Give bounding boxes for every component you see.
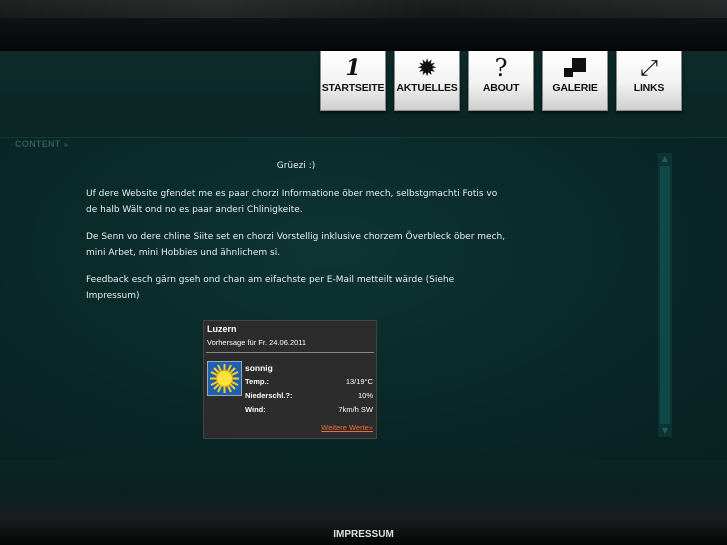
nav-startseite-button[interactable]: 1 STARTSEITE [320, 51, 386, 111]
content-label-text: CONTENT [15, 139, 61, 149]
paragraph-purpose: De Senn vo dere chline Siite set en chor… [86, 232, 506, 258]
weather-row-wind: Wind: 7km/h SW [245, 405, 373, 414]
sun-icon [207, 361, 242, 396]
paragraph-feedback: Feedback esch gärn gseh ond chan am eifa… [86, 275, 455, 301]
weather-precip-value: 10% [357, 391, 373, 400]
weather-row-temp: Temp.: 13/19°C [245, 377, 373, 386]
scroll-down-icon[interactable]: ▼ [658, 425, 672, 437]
nav-galerie-button[interactable]: GALERIE [542, 51, 608, 111]
nav-startseite-label: STARTSEITE [321, 82, 385, 94]
weather-city: Luzern [207, 324, 237, 334]
gallery-squares-icon [543, 55, 607, 81]
weather-more-link[interactable]: Weitere Werte» [321, 423, 373, 432]
weather-temp-value: 13/19°C [345, 377, 373, 386]
weather-precip-label: Niederschl.?: [245, 391, 293, 400]
weather-widget: Luzern Vorhersage für Fr. 24.06.2011 son… [203, 320, 377, 439]
scrollbar-thumb[interactable] [660, 166, 670, 424]
nav-aktuelles-label: AKTUELLES [396, 82, 458, 94]
content-divider [0, 137, 727, 138]
scroll-up-icon[interactable]: ▲ [658, 153, 672, 165]
weather-wind-value: 7km/h SW [338, 405, 373, 414]
nav-about-button[interactable]: ? ABOUT [468, 51, 534, 111]
weather-wind-label: Wind: [245, 405, 266, 414]
weather-forecast-date: Vorhersage für Fr. 24.06.2011 [207, 338, 307, 347]
sun-svg [210, 364, 239, 393]
scrollbar[interactable]: ▲ ▼ [658, 153, 672, 437]
weather-row-precip: Niederschl.?: 10% [245, 391, 373, 400]
weather-condition: sonnig [245, 363, 273, 373]
nav-about-label: ABOUT [482, 82, 520, 94]
impressum-link[interactable]: IMPRESSUM [0, 529, 727, 540]
gallery-squares-svg [564, 58, 586, 77]
greeting: Grüezi :) [276, 161, 316, 171]
nav-links-label: LINKS [633, 82, 665, 94]
one-glyph-icon: 1 [345, 55, 361, 81]
diagonal-arrows-icon: ⤢ [640, 55, 658, 81]
weather-temp-label: Temp.: [245, 377, 270, 386]
paragraph-intro: Uf dere Website gfendet me es paar chorz… [86, 189, 498, 215]
chevron-icon: » [63, 140, 69, 149]
nav-aktuelles-button[interactable]: ✹ AKTUELLES [394, 51, 460, 111]
question-mark-icon: ? [494, 54, 508, 82]
content-text: Grüezi :) Uf dere Website gfendet me es … [86, 158, 506, 315]
star-burst-icon: ✹ [416, 54, 438, 82]
top-header-bar [0, 0, 727, 51]
nav-links-button[interactable]: ⤢ LINKS [616, 51, 682, 111]
weather-separator [206, 352, 374, 353]
nav-galerie-label: GALERIE [552, 82, 598, 94]
content-section-label: CONTENT» [15, 139, 68, 149]
